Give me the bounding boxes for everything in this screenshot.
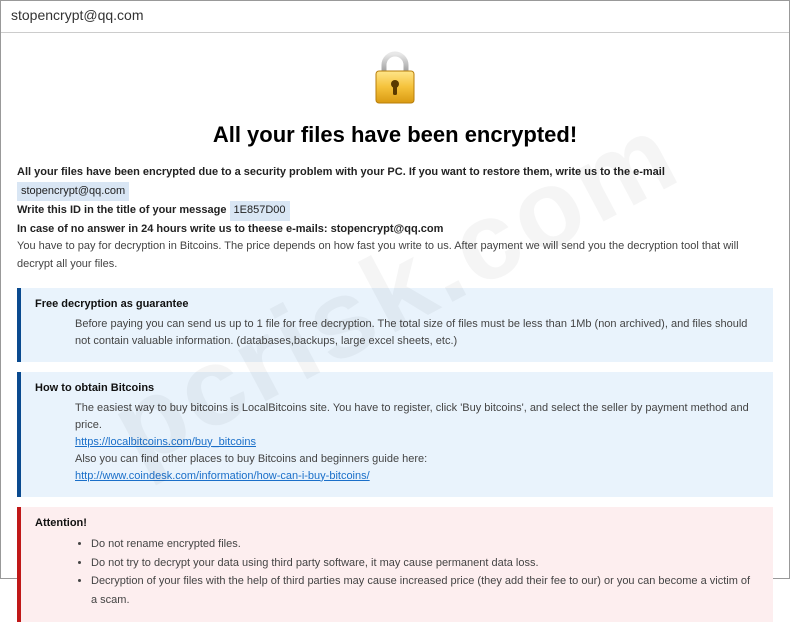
lock-area xyxy=(17,43,773,116)
content-area: All your files have been encrypted! All … xyxy=(1,33,789,642)
lock-icon xyxy=(370,51,420,112)
contact-email-1: stopencrypt@qq.com xyxy=(17,182,129,202)
intro-line-2-text: Write this ID in the title of your messa… xyxy=(17,204,230,216)
panel-bitcoins: How to obtain Bitcoins The easiest way t… xyxy=(17,372,773,497)
bitcoins-line-2: Also you can find other places to buy Bi… xyxy=(75,451,759,468)
bitcoins-link-1[interactable]: https://localbitcoins.com/buy_bitcoins xyxy=(75,436,256,448)
panel-guarantee-body: Before paying you can send us up to 1 fi… xyxy=(35,316,759,350)
intro-line-3-text: In case of no answer in 24 hours write u… xyxy=(17,223,331,235)
attention-list: Do not rename encrypted files. Do not tr… xyxy=(35,535,759,610)
intro-line-1: All your files have been encrypted due t… xyxy=(17,164,773,201)
list-item: Do not try to decrypt your data using th… xyxy=(91,554,759,573)
panel-bitcoins-body: The easiest way to buy bitcoins is Local… xyxy=(35,400,759,485)
intro-block: All your files have been encrypted due t… xyxy=(17,164,773,274)
message-id: 1E857D00 xyxy=(230,201,290,221)
intro-line-3: In case of no answer in 24 hours write u… xyxy=(17,221,773,239)
panel-bitcoins-title: How to obtain Bitcoins xyxy=(35,382,759,394)
bitcoins-line-1: The easiest way to buy bitcoins is Local… xyxy=(75,400,759,434)
list-item: Decryption of your files with the help o… xyxy=(91,572,759,609)
panel-guarantee-title: Free decryption as guarantee xyxy=(35,298,759,310)
contact-email-2: stopencrypt@qq.com xyxy=(331,223,444,235)
main-heading: All your files have been encrypted! xyxy=(17,122,773,148)
panel-guarantee: Free decryption as guarantee Before payi… xyxy=(17,288,773,362)
list-item: Do not rename encrypted files. xyxy=(91,535,759,554)
window-title-bar: stopencrypt@qq.com xyxy=(1,1,789,33)
intro-line-1-text: All your files have been encrypted due t… xyxy=(17,166,665,178)
panel-attention-title: Attention! xyxy=(35,517,759,529)
intro-line-2: Write this ID in the title of your messa… xyxy=(17,201,773,221)
window-title: stopencrypt@qq.com xyxy=(11,7,144,23)
panel-attention: Attention! Do not rename encrypted files… xyxy=(17,507,773,622)
payment-info-line: You have to pay for decryption in Bitcoi… xyxy=(17,238,773,273)
bitcoins-link-2[interactable]: http://www.coindesk.com/information/how-… xyxy=(75,470,370,482)
